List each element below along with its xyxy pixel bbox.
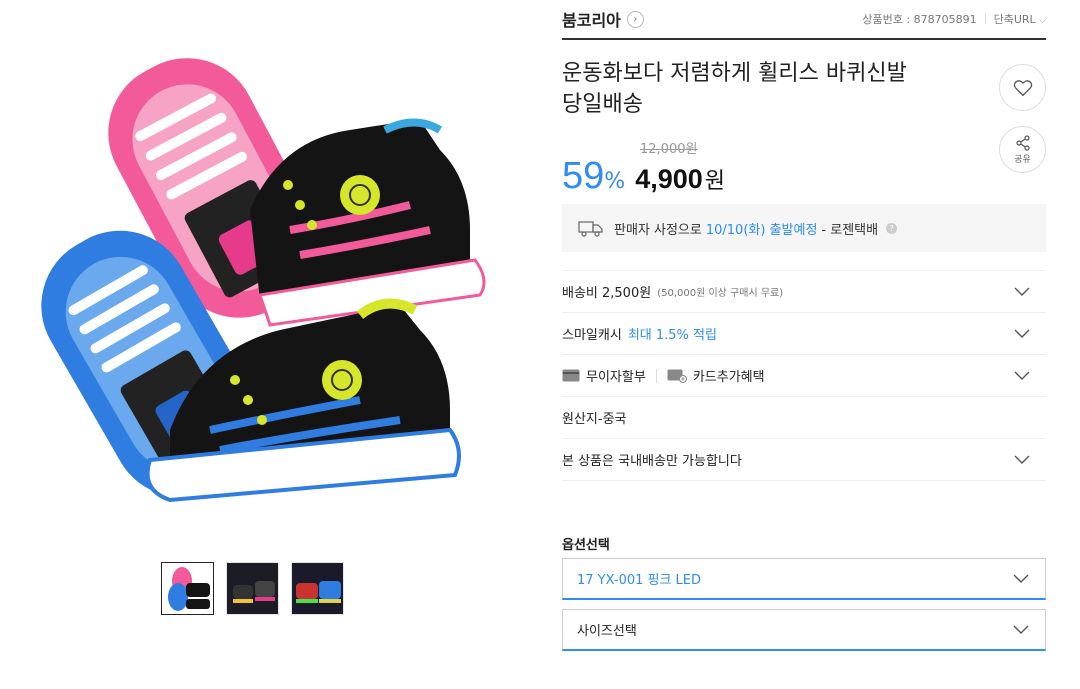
product-number: 상품번호 : 878705891 — [862, 13, 977, 26]
size-select-placeholder: 사이즈선택 — [577, 624, 637, 639]
interest-free-label: 무이자할부 — [586, 370, 646, 385]
delivery-free-note: (50,000원 이상 구매시 무료) — [657, 288, 784, 299]
shipping-carrier: - 로젠택배 — [821, 222, 879, 238]
thumbnail-list — [161, 562, 344, 615]
divider — [655, 368, 657, 383]
smilecash-label: 스마일캐시 — [562, 328, 622, 343]
payment-benefits-row[interactable]: 무이자할부 카드추가혜택 — [562, 355, 1046, 397]
share-button[interactable]: 공유 — [999, 126, 1046, 173]
truck-icon — [578, 221, 603, 237]
domestic-only-label: 본 상품은 국내배송만 가능합니다 — [562, 454, 742, 469]
discount-unit: % — [604, 169, 626, 194]
short-url-label: 단축URL — [993, 13, 1036, 26]
pink-shoe-upper — [250, 118, 486, 327]
short-url-button[interactable]: 단축URL ⌵ — [994, 11, 1046, 27]
sale-price-unit: 원 — [704, 169, 726, 194]
option-section-label: 옵션선택 — [562, 538, 610, 553]
card-benefit-label: 카드추가혜택 — [692, 370, 765, 385]
origin-label: 원산지-중국 — [562, 412, 627, 427]
wishlist-button[interactable] — [999, 64, 1046, 111]
card-icon — [562, 369, 580, 382]
product-title-line2: 당일배송 — [562, 92, 643, 117]
shipping-notice: 판매자 사정으로 10/10(화) 출발예정 - 로젠택배 ? — [562, 204, 1046, 252]
thumbnail-1[interactable] — [161, 562, 214, 615]
option-selected-value: 17 YX-001 핑크 LED — [577, 573, 702, 588]
product-meta: 상품번호 : 878705891 단축URL ⌵ — [862, 11, 1046, 27]
seller-link[interactable]: 붐코리아 › — [562, 7, 644, 31]
chevron-down-icon — [1014, 455, 1030, 464]
thumbnail-2[interactable] — [226, 562, 279, 615]
smilecash-highlight: 최대 1.5% 적립 — [627, 328, 717, 343]
discount-rate: 59 — [562, 155, 605, 197]
product-detail-rows: 배송비 2,500원 (50,000원 이상 구매시 무료) 스마일캐시 최대 … — [562, 270, 1046, 481]
help-icon[interactable]: ? — [886, 222, 898, 234]
thumbnail-3[interactable] — [291, 562, 344, 615]
chevron-down-icon — [1014, 329, 1030, 338]
origin-row: 원산지-중국 — [562, 397, 1046, 439]
chevron-down-icon: ⌵ — [1039, 16, 1046, 26]
shipping-date: 10/10(화) 출발예정 — [705, 222, 818, 238]
seller-name: 붐코리아 — [562, 11, 621, 30]
price-block: 12,000원 59 % 4,900 원 — [562, 138, 725, 198]
chevron-down-icon — [1014, 371, 1030, 380]
chevron-down-icon — [1014, 287, 1030, 296]
delivery-fee: 배송비 2,500원 — [562, 286, 652, 301]
smilecash-row[interactable]: 스마일캐시 최대 1.5% 적립 — [562, 313, 1046, 355]
product-title-line1: 운동화보다 저렴하게 휠리스 바퀴신발 — [562, 61, 907, 86]
product-title: 운동화보다 저렴하게 휠리스 바퀴신발 당일배송 — [562, 58, 962, 120]
domestic-only-row[interactable]: 본 상품은 국내배송만 가능합니다 — [562, 439, 1046, 481]
chevron-down-icon — [1013, 574, 1029, 583]
share-icon — [1015, 134, 1030, 151]
chevron-down-icon — [1013, 625, 1029, 634]
sale-price: 4,900 — [635, 164, 703, 194]
delivery-fee-row[interactable]: 배송비 2,500원 (50,000원 이상 구매시 무료) — [562, 271, 1046, 313]
shipping-prefix: 판매자 사정으로 — [614, 222, 702, 238]
product-main-image — [20, 30, 520, 550]
size-select[interactable]: 사이즈선택 — [562, 609, 1046, 651]
product-info-panel: 붐코리아 › 상품번호 : 878705891 단축URL ⌵ 운동화보다 저렴… — [562, 0, 1046, 651]
card-plus-icon — [667, 369, 687, 383]
seller-bar: 붐코리아 › 상품번호 : 878705891 단축URL ⌵ — [562, 0, 1046, 40]
heart-icon — [1013, 79, 1032, 96]
share-label: 공유 — [1014, 154, 1031, 165]
divider — [984, 14, 986, 24]
option-select[interactable]: 17 YX-001 핑크 LED — [562, 558, 1046, 600]
chevron-right-icon: › — [626, 10, 644, 28]
